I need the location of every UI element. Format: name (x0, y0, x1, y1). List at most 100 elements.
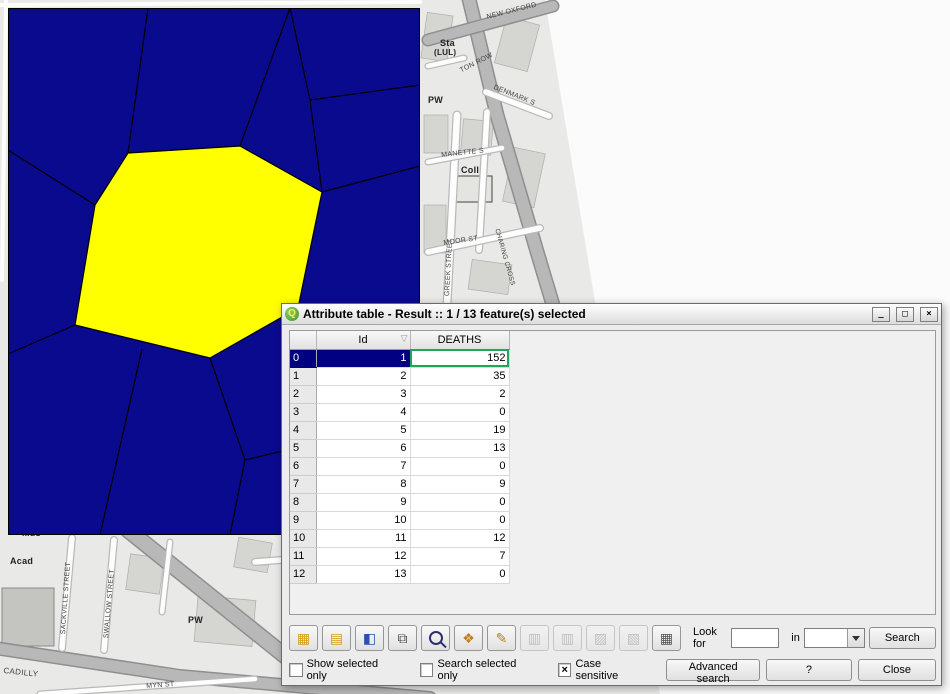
cell-deaths[interactable]: 35 (410, 367, 509, 385)
dialog-title: Attribute table - Result :: 1 / 13 featu… (303, 307, 866, 321)
save-edits-icon: ▥ (528, 631, 541, 645)
table-row: 11127 (290, 547, 509, 565)
unselect-features-button[interactable]: ▦ (289, 625, 318, 651)
column-header-deaths-label: DEATHS (438, 334, 482, 346)
new-row-button[interactable]: ▧ (619, 625, 648, 651)
move-selection-to-top-icon: ▤ (330, 631, 343, 645)
cell-id[interactable]: 13 (316, 565, 410, 583)
save-edits-button[interactable]: ▥ (520, 625, 549, 651)
checkbox-label: Search selected only (437, 658, 535, 682)
close-button[interactable]: Close (858, 659, 936, 681)
cell-id[interactable]: 9 (316, 493, 410, 511)
zoom-to-selected-button[interactable] (421, 625, 450, 651)
unselect-features-icon: ▦ (297, 631, 310, 645)
row-header[interactable]: 5 (290, 439, 316, 457)
field-calculator-button[interactable]: ▦ (652, 625, 681, 651)
cell-id[interactable]: 6 (316, 439, 410, 457)
magnifier-icon (429, 631, 443, 645)
table-row: 789 (290, 475, 509, 493)
table-row: 4519 (290, 421, 509, 439)
cell-deaths[interactable]: 0 (410, 403, 509, 421)
corner-header[interactable] (290, 331, 316, 349)
checkbox-box[interactable] (420, 663, 434, 677)
cell-id[interactable]: 7 (316, 457, 410, 475)
new-column-button[interactable]: ▨ (586, 625, 615, 651)
row-header[interactable]: 9 (290, 511, 316, 529)
minimize-button[interactable]: _ (872, 307, 890, 322)
table-row: 890 (290, 493, 509, 511)
checkbox-show-selected-only[interactable]: Show selected only (289, 658, 398, 682)
cell-deaths[interactable]: 12 (410, 529, 509, 547)
dialog-footer: Show selected onlySearch selected only×C… (289, 658, 936, 682)
attribute-table-dialog: Q Attribute table - Result :: 1 / 13 fea… (281, 303, 942, 686)
cell-deaths[interactable]: 152 (410, 349, 509, 367)
cell-id[interactable]: 3 (316, 385, 410, 403)
row-header[interactable]: 2 (290, 385, 316, 403)
row-header[interactable]: 3 (290, 403, 316, 421)
table-row: 9100 (290, 511, 509, 529)
combobox-dropdown-button[interactable] (847, 629, 864, 647)
cell-deaths[interactable]: 13 (410, 439, 509, 457)
cell-id[interactable]: 5 (316, 421, 410, 439)
cell-deaths[interactable]: 0 (410, 457, 509, 475)
academy-building (2, 588, 54, 646)
checkbox-box[interactable] (289, 663, 303, 677)
checkbox-box[interactable]: × (558, 663, 572, 677)
attribute-table: Id ▽ DEATHS 0115212352323404519561367078… (290, 331, 510, 584)
cell-id[interactable]: 10 (316, 511, 410, 529)
cell-deaths[interactable]: 2 (410, 385, 509, 403)
advanced-search-button[interactable]: Advanced search (666, 659, 760, 681)
table-body: 0115212352323404519561367078989091001011… (290, 349, 509, 583)
in-label: in (791, 632, 800, 644)
pan-to-selected-button[interactable]: ❖ (454, 625, 483, 651)
row-header[interactable]: 11 (290, 547, 316, 565)
copy-selected-rows-icon: ⧉ (398, 631, 408, 645)
cell-deaths[interactable]: 0 (410, 565, 509, 583)
toggle-editing-button[interactable]: ✎ (487, 625, 516, 651)
dialog-titlebar[interactable]: Q Attribute table - Result :: 1 / 13 fea… (282, 304, 941, 325)
look-for-input[interactable] (731, 628, 779, 648)
row-header[interactable]: 4 (290, 421, 316, 439)
checkbox-case-sensitive[interactable]: ×Case sensitive (558, 658, 644, 682)
cell-deaths[interactable]: 9 (410, 475, 509, 493)
footer-checkboxes: Show selected only Search selected only ×C… (289, 658, 666, 682)
table-row: 340 (290, 403, 509, 421)
cell-deaths[interactable]: 7 (410, 547, 509, 565)
column-header-deaths[interactable]: DEATHS (410, 331, 509, 349)
row-header[interactable]: 10 (290, 529, 316, 547)
pan-to-selected-icon: ❖ (462, 631, 475, 645)
cell-id[interactable]: 4 (316, 403, 410, 421)
close-window-button[interactable]: × (920, 307, 938, 322)
cell-deaths[interactable]: 0 (410, 493, 509, 511)
column-header-id[interactable]: Id ▽ (316, 331, 410, 349)
row-header[interactable]: 1 (290, 367, 316, 385)
cell-id[interactable]: 2 (316, 367, 410, 385)
attribute-table-viewport[interactable]: Id ▽ DEATHS 0115212352323404519561367078… (289, 330, 936, 615)
invert-selection-button[interactable]: ◧ (355, 625, 384, 651)
table-row: 232 (290, 385, 509, 403)
move-selection-to-top-button[interactable]: ▤ (322, 625, 351, 651)
dialog-toolbar: ▦▤◧⧉❖✎▥▥▨▧▦ Look for in Search (289, 624, 936, 652)
cell-id[interactable]: 12 (316, 547, 410, 565)
cell-id[interactable]: 8 (316, 475, 410, 493)
invert-selection-icon: ◧ (363, 631, 376, 645)
row-header[interactable]: 6 (290, 457, 316, 475)
toggle-editing-icon: ✎ (496, 631, 508, 645)
row-header[interactable]: 7 (290, 475, 316, 493)
checkbox-search-selected-only[interactable]: Search selected only (420, 658, 536, 682)
cell-deaths[interactable]: 0 (410, 511, 509, 529)
cell-id[interactable]: 11 (316, 529, 410, 547)
cell-deaths[interactable]: 19 (410, 421, 509, 439)
maximize-button[interactable]: □ (896, 307, 914, 322)
copy-selected-rows-button[interactable]: ⧉ (388, 625, 417, 651)
help-button[interactable]: ? (766, 659, 852, 681)
delete-column-button[interactable]: ▥ (553, 625, 582, 651)
checkbox-label: Case sensitive (575, 658, 644, 682)
row-header[interactable]: 12 (290, 565, 316, 583)
field-combobox[interactable] (804, 628, 865, 648)
row-header[interactable]: 8 (290, 493, 316, 511)
new-column-icon: ▨ (594, 631, 607, 645)
row-header[interactable]: 0 (290, 349, 316, 367)
cell-id[interactable]: 1 (316, 349, 410, 367)
search-button[interactable]: Search (869, 627, 936, 649)
